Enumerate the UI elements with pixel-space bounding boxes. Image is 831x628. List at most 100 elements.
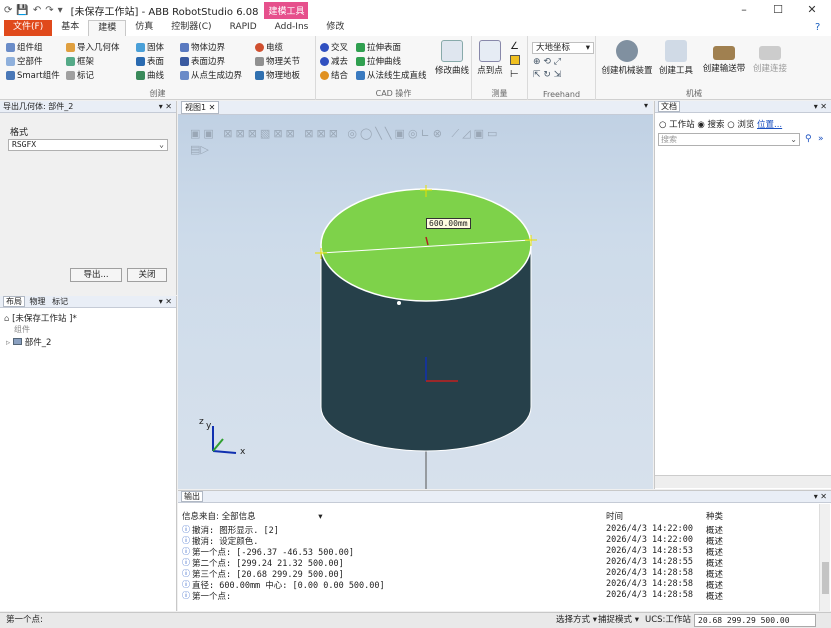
move-icon[interactable]: ⊕ ⟲ ⤢ <box>533 57 561 67</box>
view-toolbar[interactable]: ▣▣ ⊠⊠⊠▧⊠⊠ ⊠⊠⊠ ◎◯╲╲▣◎∟⊗ ⟋◿▣▭ <box>190 127 500 141</box>
output-time: 2026/4/3 14:22:00 <box>606 535 693 545</box>
tag-button[interactable]: 标记 <box>66 69 94 81</box>
minimize-button[interactable]: – <box>727 0 761 20</box>
jog-icon[interactable]: ⇱ ↻ ⇲ <box>533 70 561 80</box>
boundary-from-point-button[interactable]: 从点生成边界 <box>180 69 242 81</box>
normal-line-button[interactable]: 从法线生成直线 <box>356 69 427 81</box>
tab-controller[interactable]: 控制器(C) <box>162 20 220 36</box>
documents-panel: 文档 ▾ ✕ ○ 工作站 ◉ 搜索 ○ 浏览 位置... 搜索 ⌄ ⚲ » <box>654 101 831 489</box>
pin-icon[interactable]: ▾ ✕ <box>159 296 172 307</box>
tab-basic[interactable]: 基本 <box>52 20 88 36</box>
tab-view1[interactable]: 视图1 ✕ <box>181 101 220 114</box>
physics-joint-button[interactable]: 物理关节 <box>255 55 300 67</box>
close-icon[interactable]: ✕ <box>209 103 216 112</box>
smart-component-button[interactable]: Smart组件 <box>6 69 60 81</box>
redo-icon[interactable]: ↷ <box>45 5 53 16</box>
output-panel: 输出 ▾ ✕ 信息来自: 全部信息 ▾ 时间 种类 ⓘ 撤消: 图形显示. [2]… <box>178 490 831 611</box>
conveyor-icon <box>713 46 735 60</box>
output-time: 2026/4/3 14:28:58 <box>606 590 693 600</box>
physics-floor-button[interactable]: 物理地板 <box>255 69 300 81</box>
scene-canvas[interactable] <box>178 101 653 489</box>
tab-addins[interactable]: Add-Ins <box>266 20 318 36</box>
tree-components-label: 组件 <box>14 325 30 334</box>
snap-mode-menu[interactable]: 捕捉模式 ▾ <box>598 613 639 628</box>
intersect-button[interactable]: 交叉 <box>320 41 348 53</box>
search-icon[interactable]: ⚲ <box>805 134 812 144</box>
create-conveyor-button[interactable]: 创建输送带 <box>700 40 748 74</box>
surface-boundary-button[interactable]: 表面边界 <box>180 55 225 67</box>
extrude-curve-button[interactable]: 拉伸曲线 <box>356 55 401 67</box>
chevron-down-icon: ▾ <box>318 512 323 522</box>
angle-measure-icon[interactable]: ∠ <box>510 41 519 52</box>
radio-station[interactable]: ○ 工作站 <box>659 120 695 130</box>
selection-mode-menu[interactable]: 选择方式 ▾ <box>556 613 597 628</box>
close-button[interactable]: ✕ <box>795 0 829 20</box>
create-connection-button[interactable]: 创建连接 <box>750 40 790 74</box>
extrude-surface-button[interactable]: 拉伸表面 <box>356 41 401 53</box>
tab-layout[interactable]: 布局 <box>3 296 25 307</box>
undo-icon[interactable]: ↶ <box>33 5 41 16</box>
pin-icon[interactable]: ▾ ✕ <box>159 101 172 112</box>
point-to-point-button[interactable]: 点到点 <box>474 40 506 76</box>
tab-modeling[interactable]: 建模 <box>88 20 127 36</box>
format-select[interactable]: RSGFX ⌄ <box>8 139 168 151</box>
pin-icon[interactable]: ▾ ✕ <box>814 491 827 502</box>
app-logo-icon[interactable]: ⟳ <box>4 5 12 16</box>
maximize-button[interactable]: ☐ <box>761 0 795 20</box>
output-source-filter[interactable]: 信息来自: 全部信息 ▾ <box>182 510 323 522</box>
tab-rapid[interactable]: RAPID <box>221 20 266 36</box>
radio-browse[interactable]: ○ 浏览 <box>727 120 754 130</box>
close-panel-button[interactable]: 关闭 <box>127 268 167 282</box>
tree-part[interactable]: ▹ 部件_2 <box>6 336 51 348</box>
minimum-distance-icon[interactable] <box>510 55 520 65</box>
view-toolbar-row2[interactable]: ▤▷ <box>190 143 209 156</box>
expand-icon[interactable]: ▹ <box>6 338 10 348</box>
tab-tags[interactable]: 标记 <box>50 297 70 306</box>
part-icon <box>12 338 22 345</box>
axis-label-z: z <box>199 417 204 427</box>
union-button[interactable]: 结合 <box>320 69 348 81</box>
layout-tabs: 布局 物理 标记 ▾ ✕ <box>0 296 176 308</box>
more-options-icon[interactable]: » <box>818 134 824 144</box>
radio-search[interactable]: ◉ 搜索 <box>697 120 724 130</box>
component-group-button[interactable]: 组件组 <box>6 41 43 53</box>
tab-physics[interactable]: 物理 <box>28 297 48 306</box>
3d-viewport[interactable]: ▣▣ ⊠⊠⊠▧⊠⊠ ⊠⊠⊠ ◎◯╲╲▣◎∟⊗ ⟋◿▣▭ ▤▷ 600.00mm … <box>178 101 653 489</box>
curve-button[interactable]: 曲线 <box>136 69 164 81</box>
info-icon: ⓘ <box>182 569 190 578</box>
frame-button[interactable]: 框架 <box>66 55 94 67</box>
tab-modify[interactable]: 修改 <box>317 20 353 36</box>
help-icon[interactable]: ? <box>815 22 820 33</box>
empty-part-button[interactable]: 空部件 <box>6 55 43 67</box>
cylinder-top-face[interactable] <box>320 188 532 302</box>
vertical-scrollbar[interactable] <box>819 504 830 611</box>
horizontal-scrollbar[interactable] <box>655 475 831 488</box>
pin-icon[interactable]: ▾ ✕ <box>814 101 827 112</box>
group-create: 组件组 空部件 Smart组件 导入几何体 框架 标记 固体 表面 曲线 物体边… <box>0 36 316 100</box>
tab-simulation[interactable]: 仿真 <box>126 20 162 36</box>
station-icon: ⌂ <box>4 314 10 324</box>
cable-button[interactable]: 电缆 <box>255 41 283 53</box>
export-button[interactable]: 导出... <box>70 268 122 282</box>
import-geometry-button[interactable]: 导入几何体 <box>66 41 120 53</box>
document-search-input[interactable]: 搜索 ⌄ <box>658 133 800 146</box>
create-mechanism-button[interactable]: 创建机械装置 <box>598 40 656 76</box>
body-boundary-button[interactable]: 物体边界 <box>180 41 225 53</box>
physics-floor-icon <box>255 70 264 80</box>
tab-file[interactable]: 文件(F) <box>4 20 53 36</box>
create-tool-button[interactable]: 创建工具 <box>656 40 696 76</box>
coordinate-system-select[interactable]: 大地坐标 ▾ <box>532 42 594 54</box>
save-icon[interactable]: 💾 <box>16 5 28 16</box>
customize-icon[interactable]: ▾ <box>58 5 63 16</box>
subtract-button[interactable]: 减去 <box>320 55 348 67</box>
group-measure: 点到点 ∠ ⊢ 测量 <box>472 36 528 100</box>
chevron-down-icon[interactable]: ▾ <box>644 101 648 110</box>
diameter-measure-icon[interactable]: ⊢ <box>510 69 519 80</box>
extrude-surface-icon <box>356 42 365 52</box>
tree-station[interactable]: ⌂ [未保存工作站 ]* <box>4 312 77 324</box>
modify-curve-button[interactable]: 修改曲线 <box>432 40 472 76</box>
surface-button[interactable]: 表面 <box>136 55 164 67</box>
solid-button[interactable]: 固体 <box>136 41 164 53</box>
scrollbar-thumb[interactable] <box>822 562 829 594</box>
location-link[interactable]: 位置... <box>757 120 782 130</box>
